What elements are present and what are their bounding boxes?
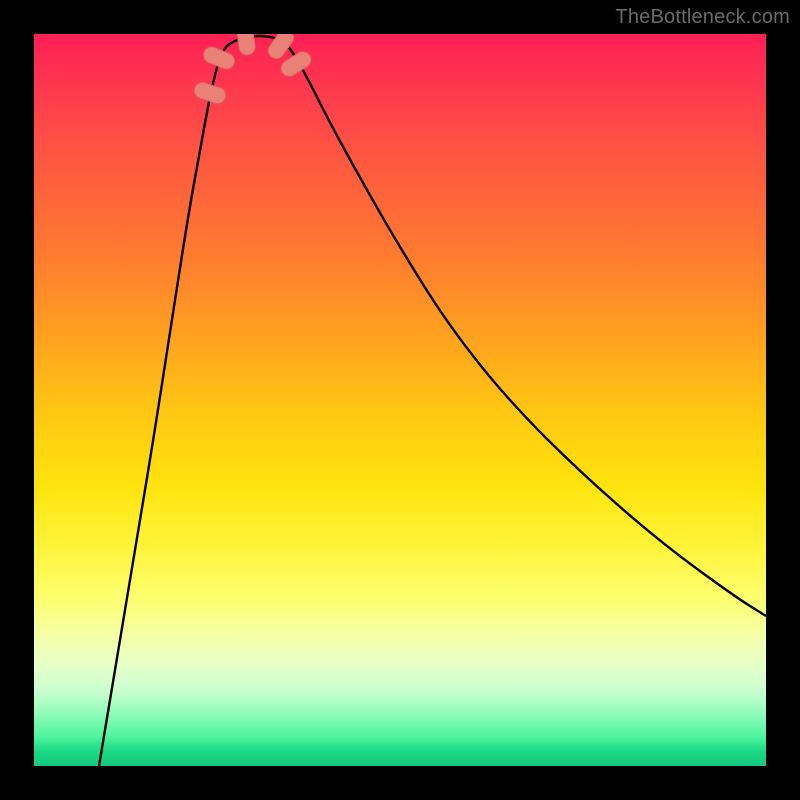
plot-area: [34, 34, 766, 766]
marker-left-1: [192, 80, 227, 105]
chart-frame: TheBottleneck.com: [0, 0, 800, 800]
marker-left-2: [201, 45, 237, 72]
marker-bottom: [236, 34, 256, 56]
data-markers: [192, 34, 313, 106]
curve-layer: [34, 34, 766, 766]
watermark-text: TheBottleneck.com: [615, 6, 790, 29]
bottleneck-curve: [99, 36, 766, 766]
